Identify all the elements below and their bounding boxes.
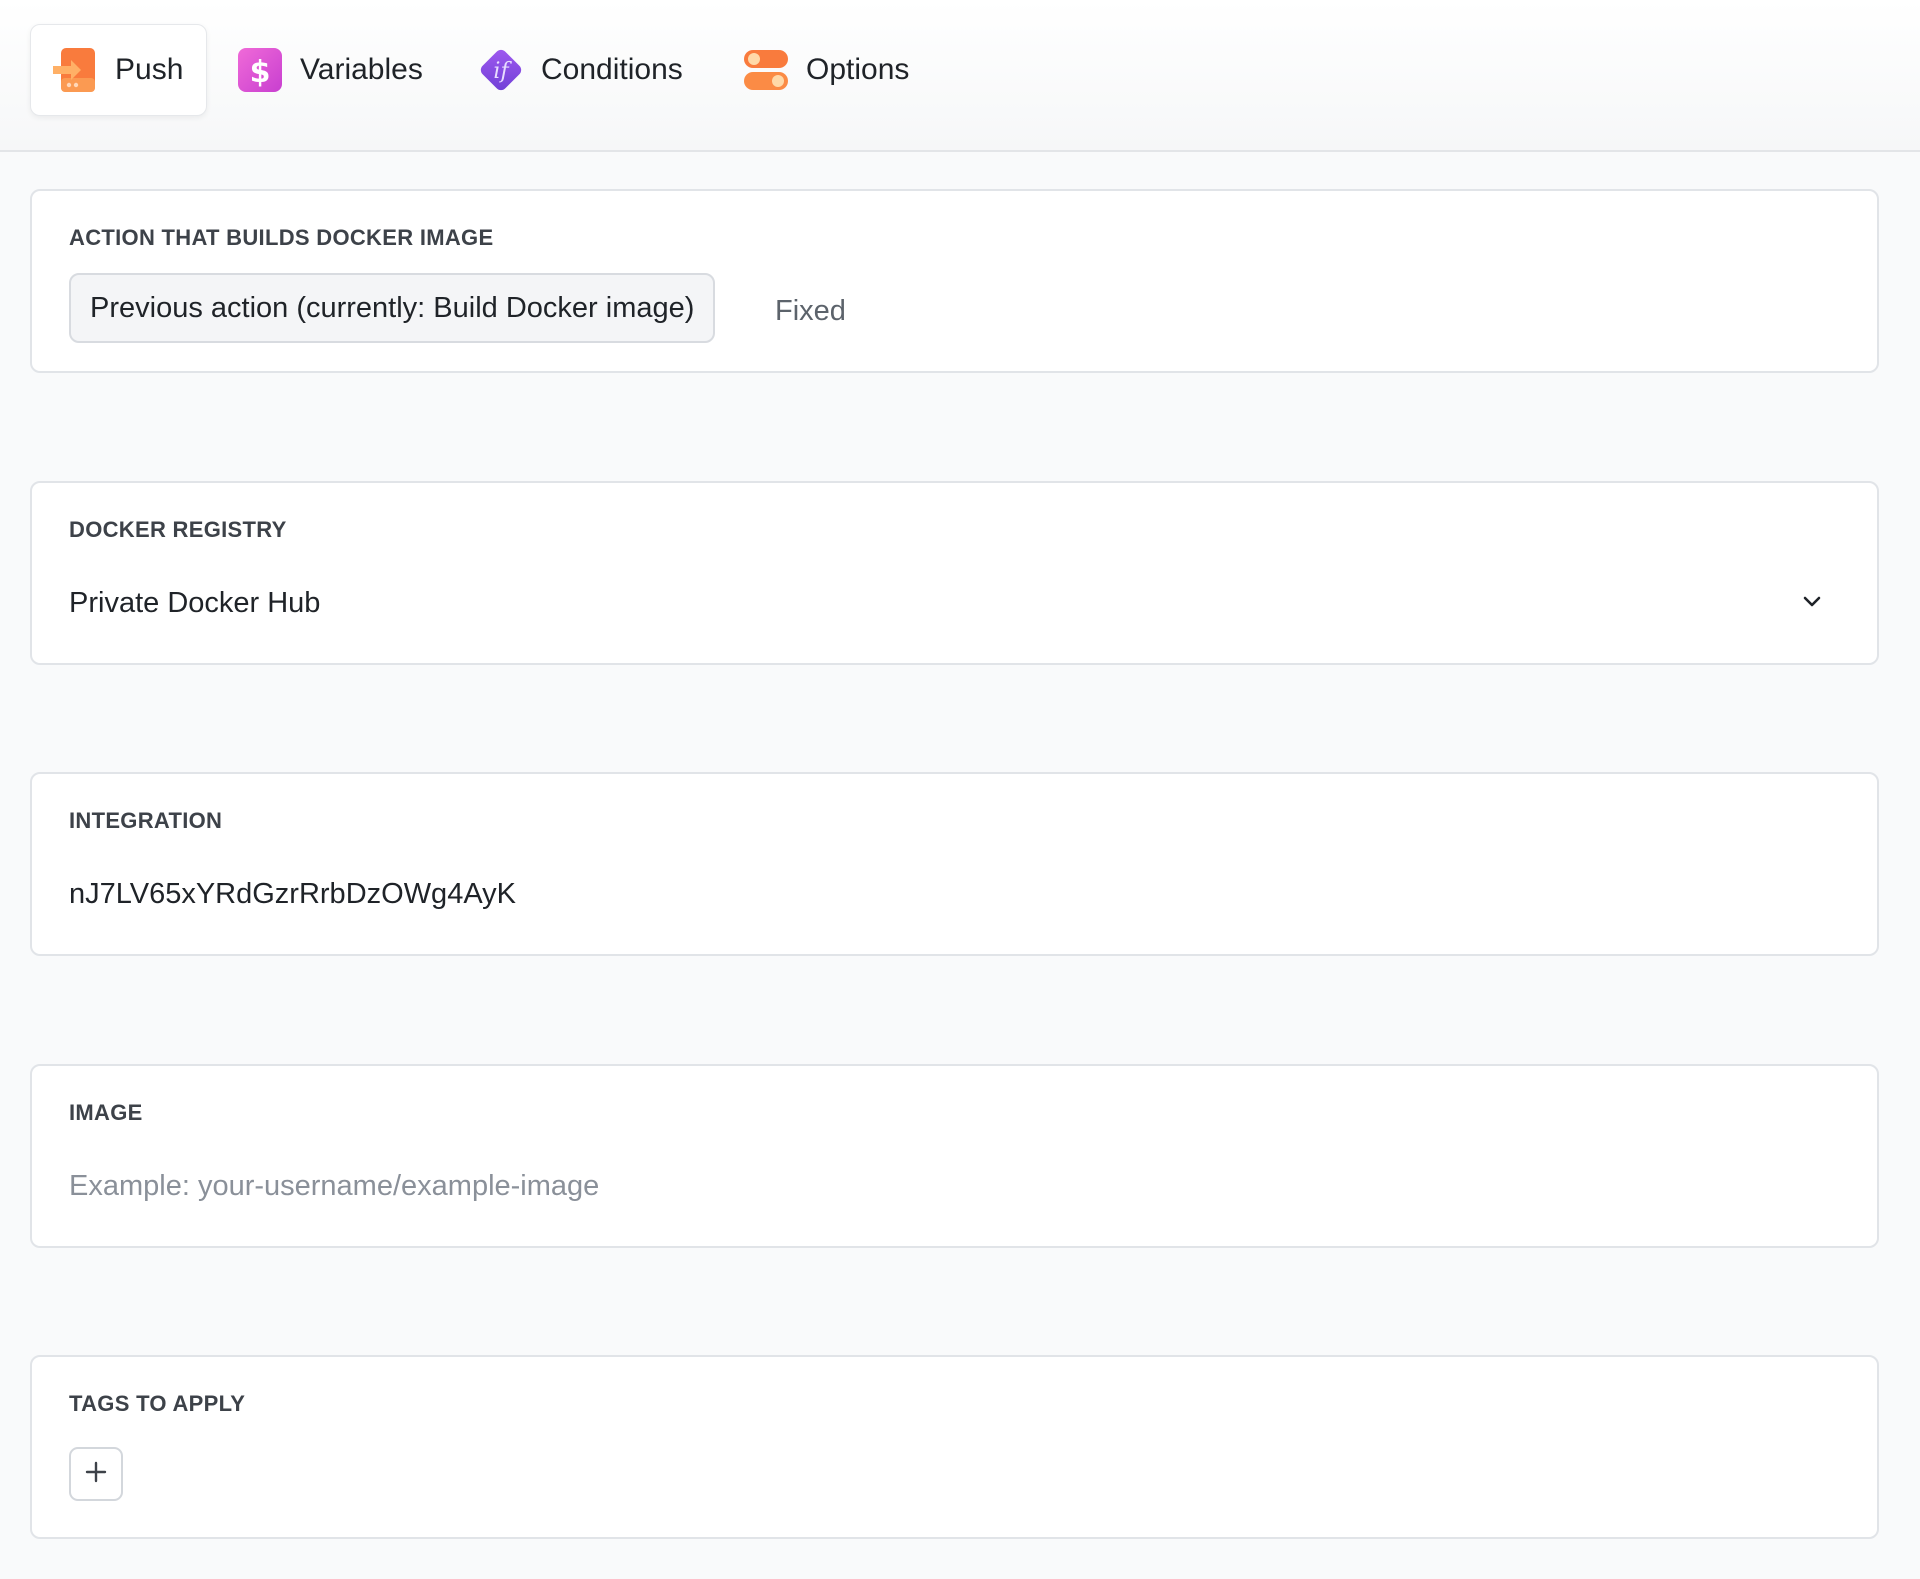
action-card: ACTION THAT BUILDS DOCKER IMAGE Previous… — [30, 189, 1879, 373]
push-icon — [49, 44, 101, 96]
tab-options-label: Options — [806, 53, 910, 86]
toggle-options-icon — [740, 44, 792, 96]
image-card-label: IMAGE — [69, 1100, 143, 1125]
integration-value[interactable]: nJ7LV65xYRdGzrRrbDzOWg4AyK — [69, 878, 516, 911]
fixed-mode-text: Fixed — [775, 295, 846, 327]
tab-bar: Push $ Variables if Conditions Options — [0, 0, 1920, 152]
if-icon: if — [475, 44, 527, 96]
registry-card-label: DOCKER REGISTRY — [69, 517, 287, 542]
tags-card-label: TAGS TO APPLY — [69, 1391, 246, 1416]
add-tag-button[interactable] — [69, 1447, 123, 1501]
tab-conditions[interactable]: if Conditions — [475, 24, 683, 116]
tab-variables[interactable]: $ Variables — [234, 24, 423, 116]
image-input[interactable]: Example: your-username/example-image — [69, 1170, 599, 1203]
svg-text:$: $ — [250, 55, 271, 90]
tab-variables-label: Variables — [300, 53, 423, 86]
plus-icon — [83, 1459, 109, 1490]
integration-card-label: INTEGRATION — [69, 808, 223, 833]
tab-conditions-label: Conditions — [541, 53, 683, 86]
image-card: IMAGE Example: your-username/example-ima… — [30, 1064, 1879, 1248]
tags-card: TAGS TO APPLY — [30, 1355, 1879, 1539]
tab-options[interactable]: Options — [740, 24, 909, 116]
action-card-label: ACTION THAT BUILDS DOCKER IMAGE — [69, 225, 494, 250]
previous-action-select[interactable]: Previous action (currently: Build Docker… — [69, 273, 716, 343]
tab-push[interactable]: Push — [30, 24, 207, 116]
tab-push-label: Push — [115, 53, 184, 86]
chevron-down-icon[interactable] — [1797, 587, 1827, 617]
dollar-icon: $ — [234, 44, 286, 96]
registry-card[interactable]: DOCKER REGISTRY Private Docker Hub — [30, 481, 1879, 665]
registry-select-value[interactable]: Private Docker Hub — [69, 587, 320, 620]
integration-card: INTEGRATION nJ7LV65xYRdGzrRrbDzOWg4AyK — [30, 772, 1879, 956]
